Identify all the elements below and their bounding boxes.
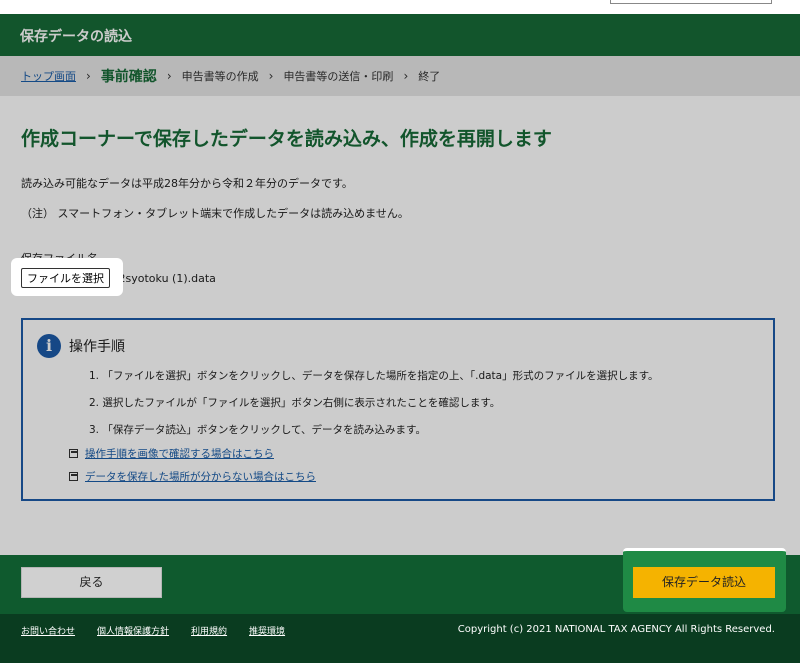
- instruction-steps: 1. 「ファイルを選択」ボタンをクリックし、データを保存した場所を指定の上、「.…: [89, 368, 659, 449]
- breadcrumb-separator: ›: [166, 69, 172, 83]
- footer-link-environment[interactable]: 推奨環境: [249, 624, 285, 637]
- action-bar: 戻る 保存データ読込: [0, 548, 800, 614]
- instruction-step: 2. 選択したファイルが「ファイルを選択」ボタン右側に表示されたことを確認します…: [89, 397, 501, 409]
- copyright: Copyright (c) 2021 NATIONAL TAX AGENCY A…: [457, 624, 775, 635]
- breadcrumb-separator: ›: [403, 69, 409, 83]
- footer-link-privacy[interactable]: 個人情報保護方針: [97, 624, 169, 637]
- smartphone-note: （注） スマートフォン・タブレット端末で作成したデータは読み込めません。: [21, 207, 409, 220]
- breadcrumb-separator: ›: [268, 69, 274, 83]
- window-icon: [69, 472, 78, 481]
- image-guide-link[interactable]: 操作手順を画像で確認する場合はこちら: [85, 446, 274, 461]
- window-icon: [69, 449, 78, 458]
- breadcrumb: トップ画面 › 事前確認 › 申告書等の作成 › 申告書等の送信・印刷 › 終了: [0, 56, 800, 96]
- choose-file-button-highlighted[interactable]: ファイルを選択: [21, 268, 110, 288]
- instruction-step: 3. 「保存データ読込」ボタンをクリックして、データを読み込みます。: [89, 424, 426, 436]
- footer-links: お問い合わせ 個人情報保護方針 利用規約 推奨環境: [21, 624, 307, 637]
- site-footer: お問い合わせ 個人情報保護方針 利用規約 推奨環境 Copyright (c) …: [0, 614, 800, 663]
- save-location-help-link[interactable]: データを保存した場所が分からない場合はこちら: [85, 469, 316, 484]
- instructions-box: i 操作手順 1. 「ファイルを選択」ボタンをクリックし、データを保存した場所を…: [21, 318, 775, 501]
- page-header-title: 保存データの読込: [20, 29, 132, 45]
- breadcrumb-separator: ›: [86, 69, 91, 83]
- load-saved-data-button[interactable]: 保存データ読込: [633, 567, 775, 598]
- readable-data-note: 読み込み可能なデータは平成28年分から令和２年分のデータです。: [21, 177, 353, 190]
- help-links: 操作手順を画像で確認する場合はこちら データを保存した場所が分からない場合はこち…: [69, 446, 316, 492]
- file-button-highlight: ファイルを選択: [11, 258, 123, 296]
- info-icon: i: [37, 334, 61, 358]
- top-bar: [0, 0, 800, 14]
- selected-file-name: r2syotoku (1).data: [114, 271, 216, 285]
- page-header: 保存データの読込: [0, 14, 800, 56]
- help-link-row: データを保存した場所が分からない場合はこちら: [69, 469, 316, 484]
- footer-link-terms[interactable]: 利用規約: [191, 624, 227, 637]
- help-link-row: 操作手順を画像で確認する場合はこちら: [69, 446, 316, 461]
- instructions-title: 操作手順: [69, 339, 125, 355]
- main-content: 作成コーナーで保存したデータを読み込み、作成を再開します 読み込み可能なデータは…: [0, 96, 800, 555]
- back-button[interactable]: 戻る: [21, 567, 162, 598]
- footer-link-contact[interactable]: お問い合わせ: [21, 624, 75, 637]
- breadcrumb-step: 終了: [418, 70, 441, 83]
- search-input[interactable]: [610, 0, 772, 4]
- page-title: 作成コーナーで保存したデータを読み込み、作成を再開します: [21, 128, 552, 150]
- breadcrumb-top-link[interactable]: トップ画面: [21, 68, 76, 84]
- instruction-step: 1. 「ファイルを選択」ボタンをクリックし、データを保存した場所を指定の上、「.…: [89, 370, 659, 382]
- breadcrumb-step: 申告書等の作成: [181, 70, 259, 83]
- breadcrumb-step: 申告書等の送信・印刷: [283, 70, 394, 83]
- breadcrumb-current: 事前確認: [100, 69, 157, 85]
